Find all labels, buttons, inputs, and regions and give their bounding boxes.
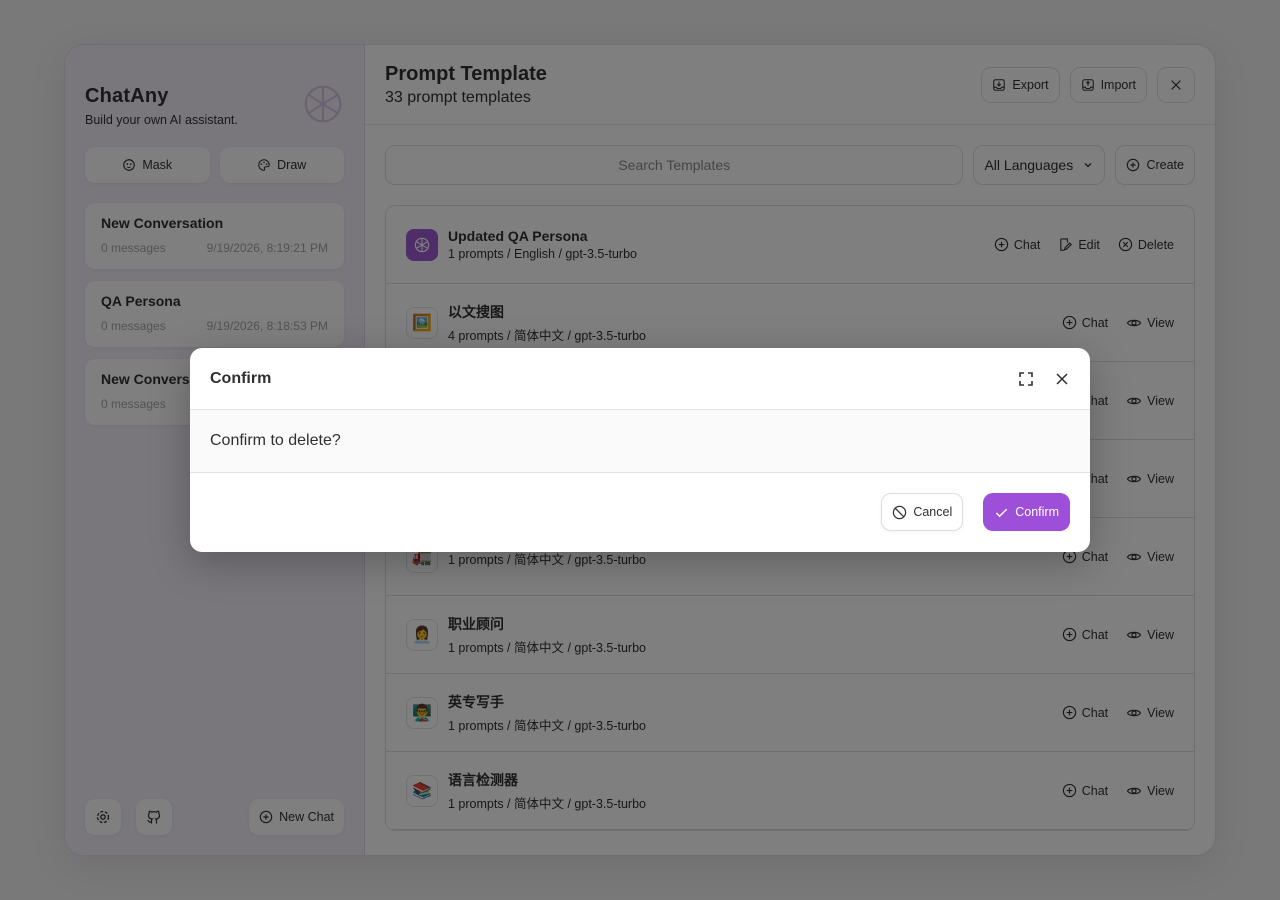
- check-icon: [996, 508, 1008, 517]
- cancel-label: Cancel: [913, 505, 953, 519]
- dialog-title: Confirm: [210, 369, 272, 387]
- confirm-dialog: Confirm Confirm to delete? Cancel Confir…: [190, 348, 1090, 552]
- cancel-icon: [893, 505, 907, 519]
- maximize-icon[interactable]: [1018, 371, 1034, 387]
- confirm-button[interactable]: Confirm: [983, 493, 1070, 531]
- confirm-label: Confirm: [1015, 505, 1059, 519]
- cancel-button[interactable]: Cancel: [881, 493, 964, 531]
- dialog-message: Confirm to delete?: [190, 410, 1090, 473]
- close-icon[interactable]: [1054, 371, 1070, 387]
